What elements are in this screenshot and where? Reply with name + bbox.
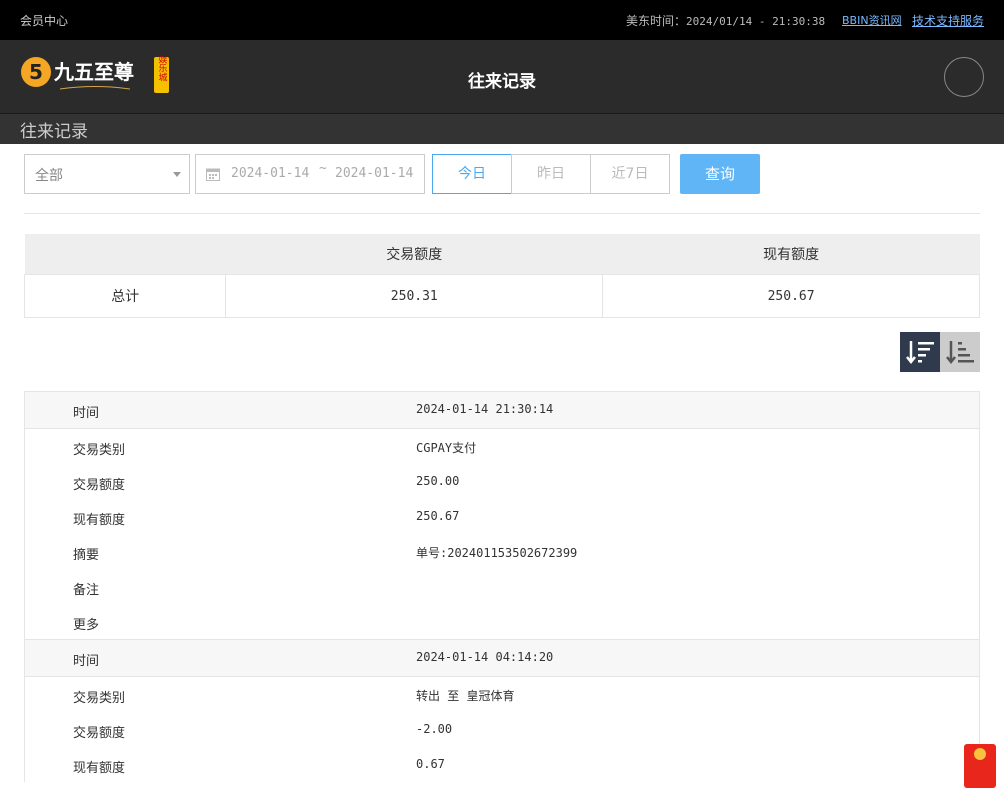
record-row-type: 交易类别 CGPAY支付	[25, 429, 979, 464]
summary-table: 交易额度 现有额度 总计 250.31 250.67	[23, 234, 980, 318]
avatar[interactable]	[944, 57, 984, 97]
date-end: 2024-01-14	[335, 166, 414, 181]
record-value: 转出 至 皇冠体育	[416, 689, 515, 703]
record-more-link[interactable]: 更多	[73, 614, 99, 633]
record-key: 现有额度	[73, 761, 126, 776]
record-row-time: 时间 2024-01-14 21:30:14	[25, 392, 979, 429]
summary-total-label: 总计	[23, 274, 227, 318]
top-bar: 会员中心 美东时间：2024/01/14 - 21:30:38 BBIN资讯网 …	[0, 0, 1004, 40]
sort-asc-button[interactable]	[940, 332, 980, 372]
sort-asc-icon	[946, 341, 974, 365]
record-row-time: 时间 2024-01-14 04:14:20	[25, 639, 979, 677]
record-value: 250.67	[416, 509, 460, 523]
record-key: 交易类别	[73, 443, 126, 458]
tech-support-link[interactable]: 技术支持服务	[912, 12, 984, 29]
search-button[interactable]: 查询	[680, 154, 760, 194]
record-row-summary: 摘要 单号:202401153502672399	[25, 534, 979, 569]
last-7-days-button[interactable]: 近7日	[590, 154, 670, 194]
date-range-input[interactable]: 2024-01-14 ~ 2024-01-14	[195, 154, 425, 194]
summary-header-blank	[24, 234, 226, 275]
bbin-news-link[interactable]: BBIN资讯网	[842, 12, 902, 28]
sort-desc-button[interactable]	[900, 332, 940, 372]
record-key: 交易类别	[73, 691, 126, 706]
today-button[interactable]: 今日	[432, 154, 512, 194]
record-value: 2024-01-14 04:14:20	[416, 650, 554, 664]
record-row-balance: 现有额度 250.67	[25, 499, 979, 534]
record-key: 时间	[73, 654, 100, 669]
chevron-down-icon	[173, 172, 181, 177]
record-row-amount: 交易额度 250.00	[25, 464, 979, 499]
record-value: 250.00	[416, 474, 460, 488]
coin-icon	[974, 748, 986, 760]
sub-title: 往来记录	[20, 122, 88, 142]
record-key: 交易额度	[73, 478, 126, 493]
eastern-time: 美东时间：2024/01/14 - 21:30:38	[626, 12, 825, 29]
date-start: 2024-01-14	[231, 166, 310, 181]
date-separator: ~	[319, 161, 327, 176]
filter-bar: 全部 2024-01-14 ~ 2024-01-14 今日 昨日 近7日 查询	[24, 154, 980, 194]
record-value: CGPAY支付	[416, 441, 477, 455]
record-key: 交易额度	[73, 726, 126, 741]
record-row-balance: 现有额度 0.67	[25, 747, 979, 782]
record-value: 2024-01-14 21:30:14	[416, 402, 554, 416]
header: 5 九五至尊 娱乐城 往来记录	[0, 40, 1004, 113]
time-value: 2024/01/14 - 21:30:38	[686, 15, 826, 28]
sub-title-bar: 往来记录	[0, 113, 1004, 144]
calendar-icon	[206, 168, 220, 181]
sort-desc-icon	[906, 341, 934, 365]
summary-header-trade: 交易额度	[225, 234, 603, 275]
record-row-note: 备注	[25, 569, 979, 604]
summary-balance: 250.67	[602, 274, 980, 318]
record-value: 0.67	[416, 757, 445, 771]
page-title: 往来记录	[468, 72, 536, 92]
record-row-type: 交易类别 转出 至 皇冠体育	[25, 677, 979, 712]
member-center-link[interactable]: 会员中心	[20, 12, 68, 29]
divider	[24, 213, 980, 214]
record-key: 摘要	[73, 548, 100, 563]
record-key: 时间	[73, 406, 100, 421]
record-value: 单号:202401153502672399	[416, 546, 578, 560]
yesterday-button[interactable]: 昨日	[511, 154, 591, 194]
type-select-value: 全部	[35, 168, 63, 184]
record-value: -2.00	[416, 722, 453, 736]
records-list: 时间 2024-01-14 21:30:14 交易类别 CGPAY支付 交易额度…	[24, 391, 980, 782]
summary-trade-amount: 250.31	[225, 274, 604, 318]
summary-header-balance: 现有额度	[602, 234, 980, 275]
record-key: 现有额度	[73, 513, 126, 528]
type-select[interactable]: 全部	[24, 154, 190, 194]
sort-toggle	[900, 332, 980, 372]
record-row-more[interactable]: 更多	[25, 604, 979, 639]
record-row-amount: 交易额度 -2.00	[25, 712, 979, 747]
record-key: 备注	[73, 583, 100, 598]
red-packet-icon[interactable]	[964, 744, 996, 788]
time-label: 美东时间：	[626, 14, 687, 28]
